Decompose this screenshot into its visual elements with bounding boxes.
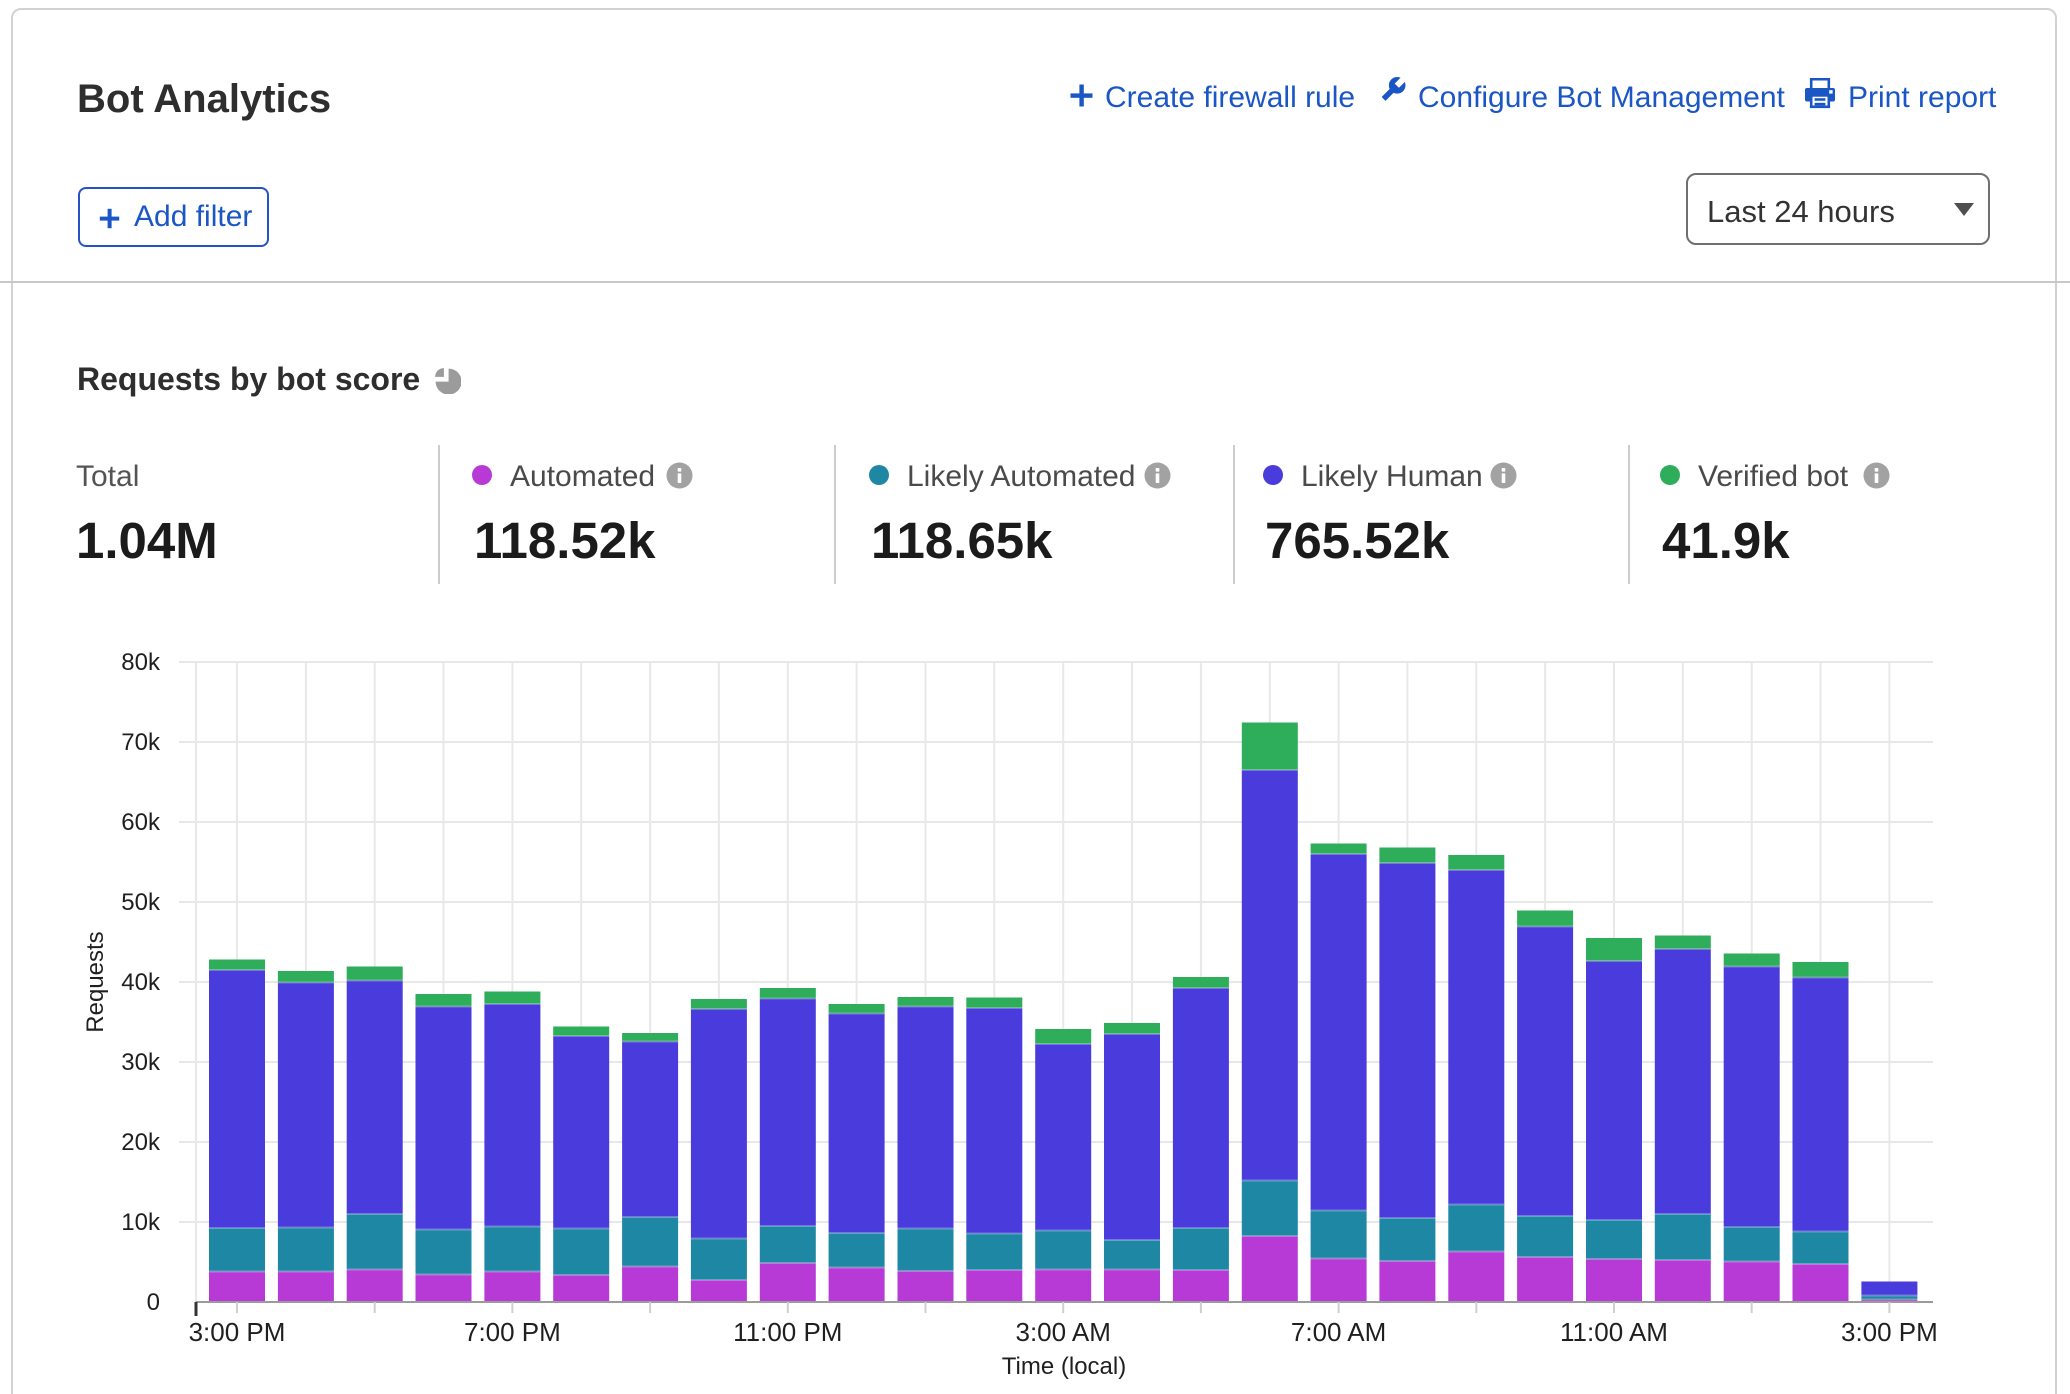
svg-text:7:00 AM: 7:00 AM (1291, 1317, 1386, 1347)
svg-text:60k: 60k (121, 809, 161, 836)
svg-text:3:00 AM: 3:00 AM (1015, 1317, 1110, 1347)
svg-text:Requests: Requests (82, 931, 109, 1032)
svg-text:7:00 PM: 7:00 PM (464, 1317, 561, 1347)
svg-text:70k: 70k (121, 729, 161, 756)
svg-text:40k: 40k (121, 969, 161, 996)
svg-text:11:00 AM: 11:00 AM (1560, 1317, 1668, 1347)
svg-text:50k: 50k (121, 889, 161, 916)
svg-text:10k: 10k (121, 1209, 161, 1236)
svg-text:20k: 20k (121, 1129, 161, 1156)
svg-text:30k: 30k (121, 1049, 161, 1076)
svg-text:11:00 PM: 11:00 PM (733, 1317, 842, 1347)
svg-text:Time (local): Time (local) (1002, 1353, 1126, 1380)
svg-text:3:00 PM: 3:00 PM (189, 1317, 286, 1347)
svg-text:80k: 80k (121, 649, 161, 676)
svg-text:3:00 PM: 3:00 PM (1841, 1317, 1938, 1347)
svg-text:0: 0 (147, 1289, 160, 1316)
